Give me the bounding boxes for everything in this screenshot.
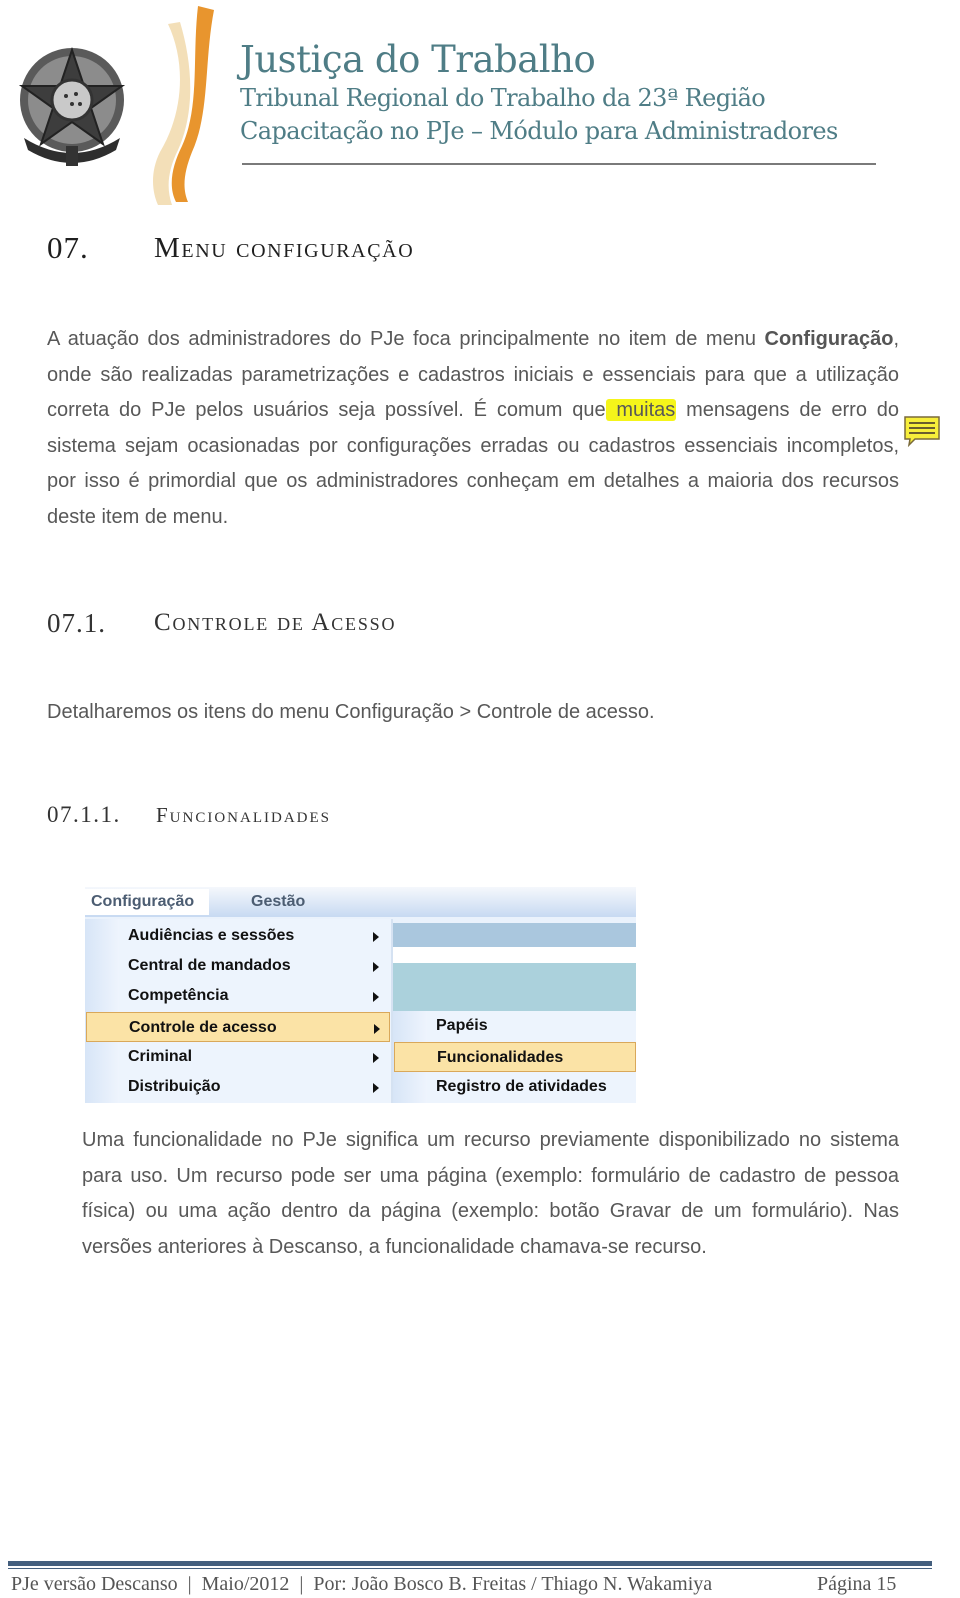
footer-credits: PJe versão Descanso | Maio/2012 | Por: J…	[11, 1573, 712, 1596]
submenu-item-funcionalidades[interactable]: Funcionalidades	[394, 1042, 636, 1072]
submenu-item-papeis[interactable]: Papéis	[393, 1011, 636, 1041]
subsection-paragraph: Detalharemos os itens do menu Configuraç…	[47, 701, 655, 723]
header-title: Justiça do Trabalho	[240, 38, 596, 81]
submenu-arrow-icon	[373, 992, 379, 1002]
submenu-item-label: Funcionalidades	[437, 1049, 564, 1066]
menu-item-label: Audiências e sessões	[128, 927, 295, 944]
menu-item-label: Controle de acesso	[129, 1019, 277, 1036]
submenu-item-label: Registro de atividades	[436, 1078, 607, 1095]
menu-item-label: Central de mandados	[128, 957, 291, 974]
menu-item-label: Criminal	[128, 1048, 193, 1065]
subsubsection-title: Funcionalidades	[156, 803, 332, 827]
footer-bar	[8, 1561, 932, 1566]
header-subtitle-course: Capacitação no PJe – Módulo para Adminis…	[240, 117, 838, 145]
submenu-item-registro-atividades[interactable]: Registro de atividades	[393, 1072, 636, 1102]
orange-swoosh-logo	[153, 6, 214, 205]
subsubsection-number: 07.1.1.	[47, 802, 121, 827]
menu-item-competencia[interactable]: Competência	[85, 981, 391, 1011]
section-number: 07.	[47, 230, 89, 265]
menu-item-audiencias[interactable]: Audiências e sessões	[85, 921, 391, 951]
funcionalidades-paragraph: Uma funcionalidade no PJe significa um r…	[82, 1129, 899, 1258]
header-subtitle-tribunal: Tribunal Regional do Trabalho da 23ª Reg…	[240, 84, 766, 112]
menu-item-central-mandados[interactable]: Central de mandados	[85, 951, 391, 981]
footer-rule	[8, 1568, 932, 1569]
menu-item-criminal[interactable]: Criminal	[85, 1042, 391, 1072]
subsection-title: Controle de Acesso	[154, 609, 397, 636]
menu-item-distribuicao[interactable]: Distribuição	[85, 1072, 391, 1102]
background-band	[393, 947, 636, 963]
menu-item-label: Distribuição	[128, 1078, 221, 1095]
submenu-arrow-icon	[374, 1024, 380, 1034]
subsection-number: 07.1.	[47, 608, 106, 638]
header-divider	[242, 163, 876, 165]
tab-configuracao[interactable]: Configuração	[85, 889, 209, 915]
bold-term: Configuração	[764, 328, 894, 350]
footer-text: PJe versão Descanso | Maio/2012 | Por: J…	[11, 1573, 713, 1595]
submenu-arrow-icon	[373, 1053, 379, 1063]
background-band	[393, 963, 636, 1014]
tab-gestao[interactable]: Gestão	[251, 889, 305, 915]
page-number: Página 15	[817, 1573, 897, 1595]
section-title: Menu configuração	[154, 232, 415, 264]
coat-of-arms-emblem	[18, 46, 126, 166]
menu-item-label: Competência	[128, 987, 229, 1004]
submenu-item-label: Papéis	[436, 1017, 488, 1034]
menu-item-controle-acesso[interactable]: Controle de acesso	[86, 1012, 390, 1042]
submenu-arrow-icon	[373, 1083, 379, 1093]
configuracao-dropdown: Audiências e sessões Central de mandados…	[85, 919, 391, 1103]
menu-screenshot: Configuração Gestão Audiências e sessões…	[85, 887, 636, 1103]
menu-bar: Configuração Gestão	[85, 887, 636, 917]
controle-acesso-submenu: Papéis Funcionalidades Registro de ativi…	[393, 1011, 636, 1103]
submenu-arrow-icon	[373, 962, 379, 972]
paragraph-text: A atuação dos administradores do PJe foc…	[47, 328, 765, 350]
comment-icon[interactable]	[903, 415, 941, 447]
highlighted-text: muitas	[605, 399, 677, 422]
intro-paragraph: A atuação dos administradores do PJe foc…	[47, 322, 899, 536]
background-band	[393, 923, 636, 947]
submenu-arrow-icon	[373, 932, 379, 942]
